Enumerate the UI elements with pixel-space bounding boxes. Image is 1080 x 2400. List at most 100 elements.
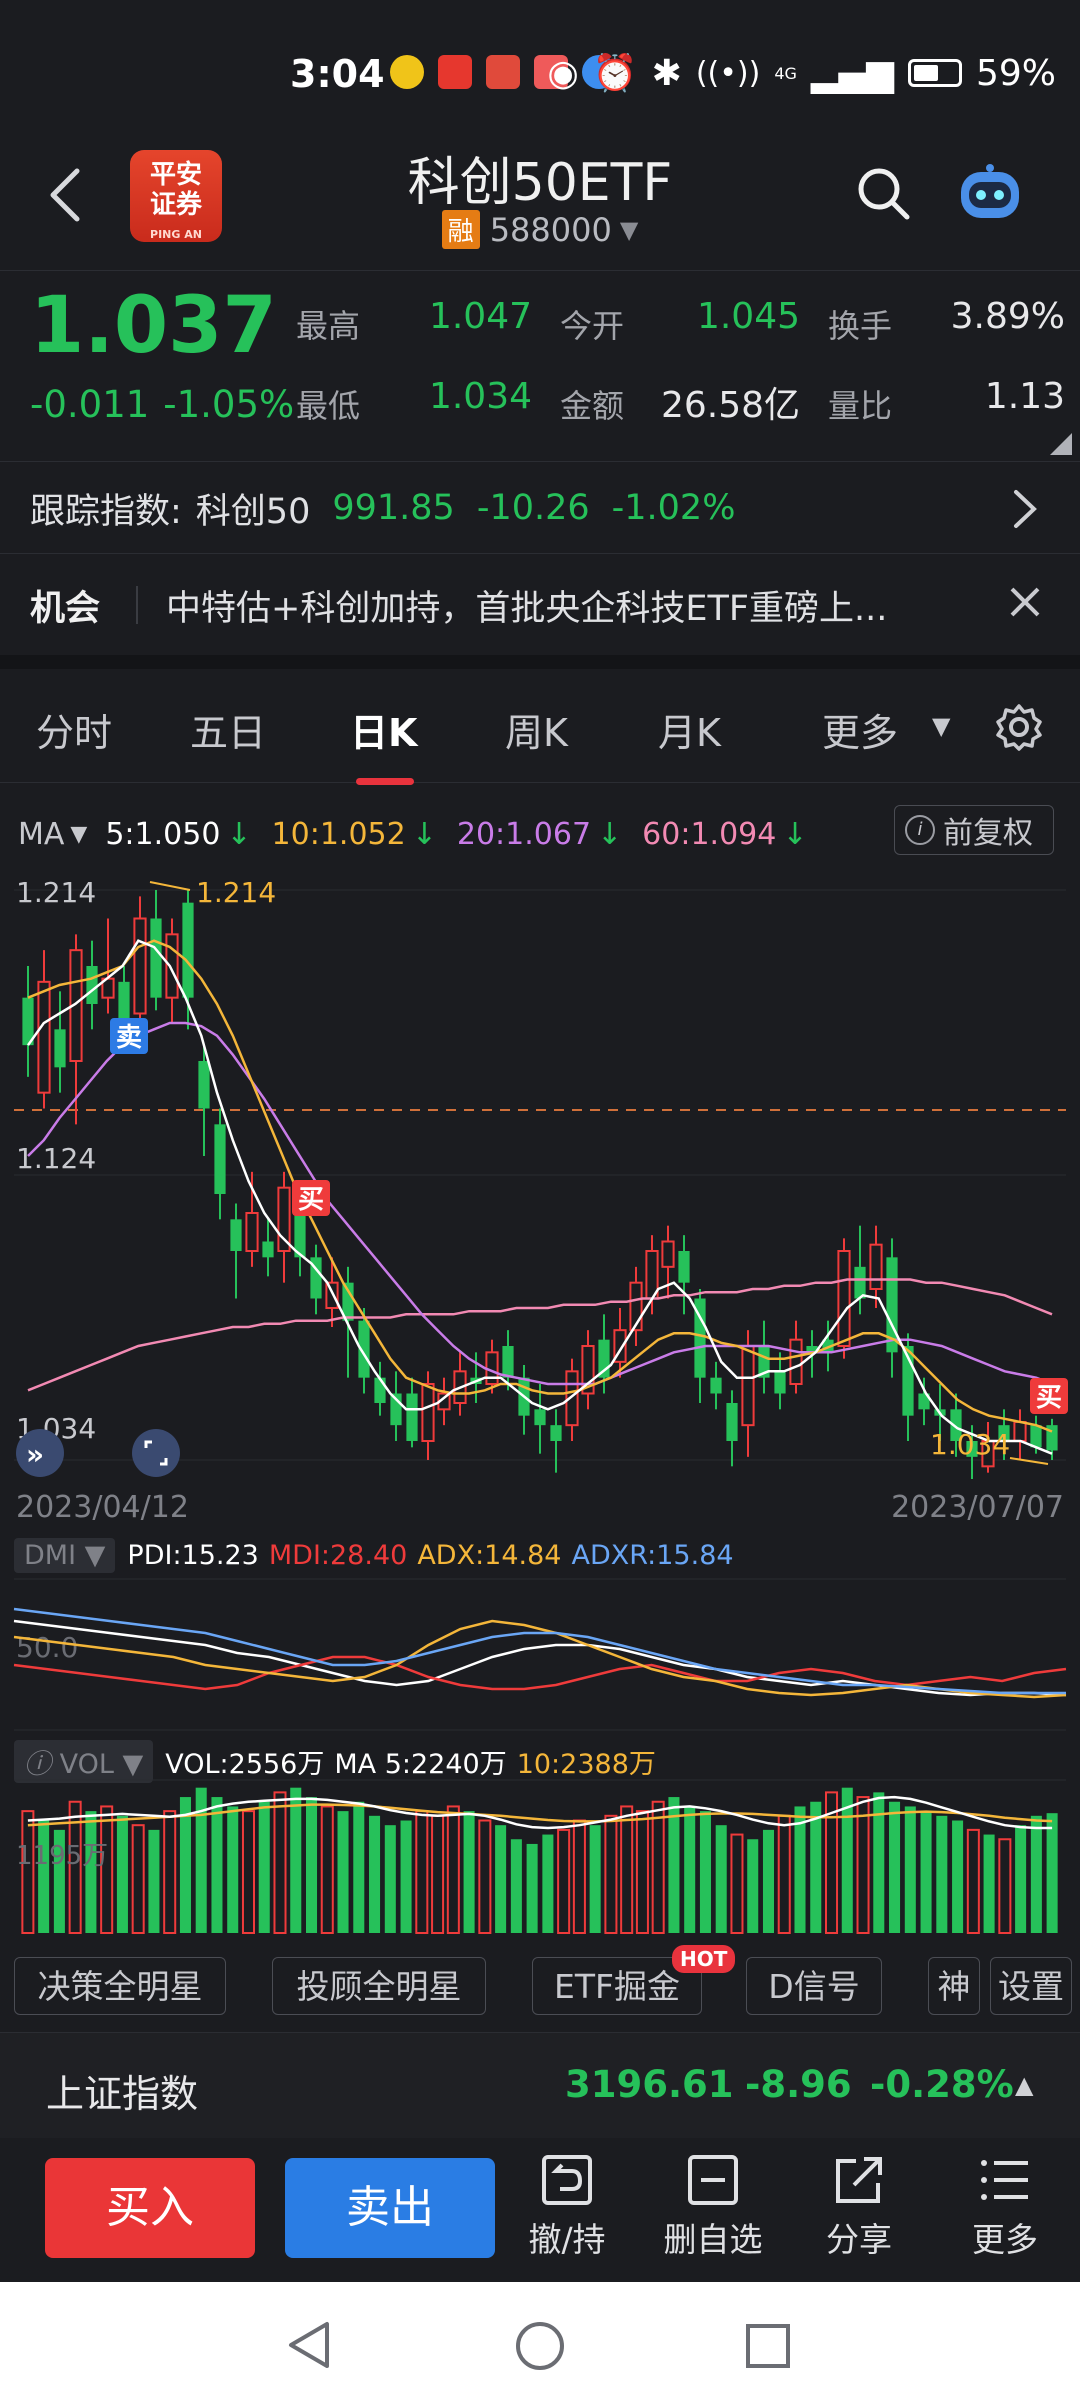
dmi-chart[interactable]: 50.0 [0, 1575, 1080, 1735]
candle-body-down [86, 966, 98, 1004]
pingan-notification-icon [486, 55, 520, 89]
buy-signal-latest[interactable]: 买 [1030, 1378, 1068, 1414]
open-value: 1.045 [696, 296, 800, 337]
quote-panel: 1.037 -0.011 -1.05% 最高 1.047 今开 1.045 换手… [0, 270, 1080, 462]
eye-icon: ◉ [547, 52, 579, 94]
system-nav-bar [0, 2282, 1080, 2400]
dmi-indicator-pill[interactable]: DMI ▼ [14, 1538, 116, 1573]
adxr-line [13, 1607, 1066, 1695]
fullscreen-button[interactable] [132, 1429, 180, 1477]
candle-body-down [54, 1029, 66, 1068]
sell-button[interactable]: 卖出 [285, 2158, 495, 2258]
candle-body-up [1013, 1421, 1027, 1442]
tab-weekly-k[interactable]: 周K [505, 702, 568, 757]
volume-bar-down [1046, 1813, 1058, 1933]
adxr-value: ADXR:15.84 [571, 1540, 734, 1571]
chip-d-signal[interactable]: D信号 [746, 1957, 882, 2015]
info-icon: ⓘ [24, 1749, 51, 1780]
share-button[interactable]: 分享 [804, 2153, 914, 2261]
adjust-mode-button[interactable]: i 前复权 [894, 805, 1054, 855]
volume-bar-down [526, 1843, 538, 1933]
volume-chart[interactable]: 1195万 [0, 1778, 1080, 1938]
candle-body-down [534, 1409, 546, 1426]
chip-partial[interactable]: 神 [928, 1957, 980, 2015]
dmi-legend: DMI ▼ PDI:15.23 MDI:28.40 ADX:14.84 ADXR… [14, 1538, 734, 1573]
volume-bar-up [604, 1814, 618, 1934]
alarm-icon: ⏰ [592, 53, 638, 94]
chip-settings[interactable]: 设置 [990, 1957, 1072, 2015]
chevron-down-icon[interactable]: ▼ [70, 822, 87, 847]
news-divider [136, 586, 139, 624]
volume-bar-down [384, 1825, 396, 1933]
robot-assistant-icon[interactable] [955, 162, 1025, 224]
tracking-change: -10.26 [476, 488, 590, 528]
down-arrow-icon: ↓ [782, 816, 808, 852]
status-right: ◉ ⏰ ✱ ((•)) 4G ▂▄▆ 59% [547, 52, 1056, 95]
close-icon[interactable] [1008, 585, 1042, 619]
hot-badge: HOT [672, 1945, 736, 1973]
back-icon[interactable] [45, 165, 85, 225]
news-banner[interactable]: 机会 中特估+科创加持，首批央企科技ETF重磅上... [0, 555, 1080, 655]
expand-corner-icon[interactable] [1050, 433, 1072, 455]
turnover-value: 3.89% [950, 296, 1065, 337]
remove-watchlist-icon [688, 2155, 738, 2205]
settings-gear-icon[interactable] [994, 702, 1044, 752]
market-index-bar[interactable]: 上证指数 3196.61 -8.96 -0.28% ▲ [0, 2032, 1080, 2138]
nav-home-icon[interactable] [514, 2320, 566, 2372]
volume-bar-down [85, 1811, 97, 1933]
svg-text:»: » [26, 1438, 44, 1471]
candle-body-down [854, 1266, 866, 1299]
weibo-icon [438, 55, 472, 89]
candle-body-up [869, 1243, 883, 1290]
buy-signal-latest-label: 买 [1036, 1383, 1062, 1413]
dmi-lines [13, 1607, 1067, 1699]
price-change: -0.011 -1.05% [30, 383, 294, 426]
volume-bar-down [211, 1797, 223, 1933]
remove-watchlist-button[interactable]: 删自选 [658, 2153, 768, 2261]
index-percent: -0.28% [870, 2063, 1014, 2106]
nav-back-icon[interactable] [285, 2320, 333, 2370]
volume-bar-down [400, 1820, 412, 1933]
mdi-value: MDI:28.40 [268, 1540, 408, 1571]
vol-pill-label: VOL [59, 1749, 114, 1780]
cancel-hold-button[interactable]: 撤/持 [512, 2153, 622, 2261]
ma-label[interactable]: MA [18, 817, 64, 852]
expand-left-button[interactable]: » [16, 1429, 64, 1477]
nav-recents-icon[interactable] [744, 2322, 792, 2370]
chevron-up-icon[interactable]: ▲ [1015, 2071, 1033, 2099]
buy-signal[interactable]: 买 [292, 1180, 330, 1216]
chip-decision-allstar[interactable]: 决策全明星 [14, 1957, 226, 2015]
adx-value: ADX:14.84 [417, 1540, 562, 1571]
vol-axis-label: 1195万 [16, 1841, 108, 1871]
down-arrow-icon: ↓ [597, 816, 623, 852]
max-price-marker: 1.214 [196, 876, 276, 909]
vol-ma10-value: 10:2388万 [516, 1749, 656, 1780]
buy-button[interactable]: 买入 [45, 2158, 255, 2258]
volume-bar-up [966, 1828, 980, 1934]
tab-monthly-k[interactable]: 月K [658, 702, 721, 757]
volume-bar-down [510, 1839, 522, 1933]
volume-bar-up [620, 1805, 634, 1934]
vol-indicator-pill[interactable]: ⓘ VOL ▼ [14, 1740, 154, 1783]
strategy-chips: 决策全明星 投顾全明星 ETF掘金 D信号 神 设置 [0, 1955, 1080, 2030]
search-icon[interactable] [855, 165, 911, 221]
chip-advisor-allstar[interactable]: 投顾全明星 [272, 1957, 486, 2015]
sell-signal[interactable]: 卖 [110, 1018, 148, 1054]
signal-icon: ▂▄▆ [810, 52, 894, 94]
volume-bar-down [684, 1806, 696, 1933]
tab-intraday[interactable]: 分时 [36, 702, 112, 757]
period-tabs: 分时 五日 日K 周K 月K 更多 ▼ [0, 670, 1080, 783]
volume-bar-down [148, 1829, 160, 1933]
more-button[interactable]: 更多 [950, 2153, 1060, 2261]
candle-body-down [230, 1219, 242, 1251]
tracking-value: 991.85 [332, 488, 455, 528]
amount-label: 金额 [560, 387, 625, 425]
tab-daily-k[interactable]: 日K [350, 702, 417, 757]
tracking-index-row[interactable]: 跟踪指数: 科创50 991.85 -10.26 -1.02% [0, 463, 1080, 554]
sell-signal-label: 卖 [116, 1023, 142, 1053]
index-change: -8.96 [745, 2063, 852, 2106]
tab-more[interactable]: 更多 [822, 702, 898, 757]
tab-five-day[interactable]: 五日 [190, 702, 266, 757]
candlestick-chart[interactable]: 1.214 1.124 1.034 1.214 1.034 卖 买 买 » [0, 860, 1080, 1490]
down-arrow-icon: ↓ [226, 816, 252, 852]
